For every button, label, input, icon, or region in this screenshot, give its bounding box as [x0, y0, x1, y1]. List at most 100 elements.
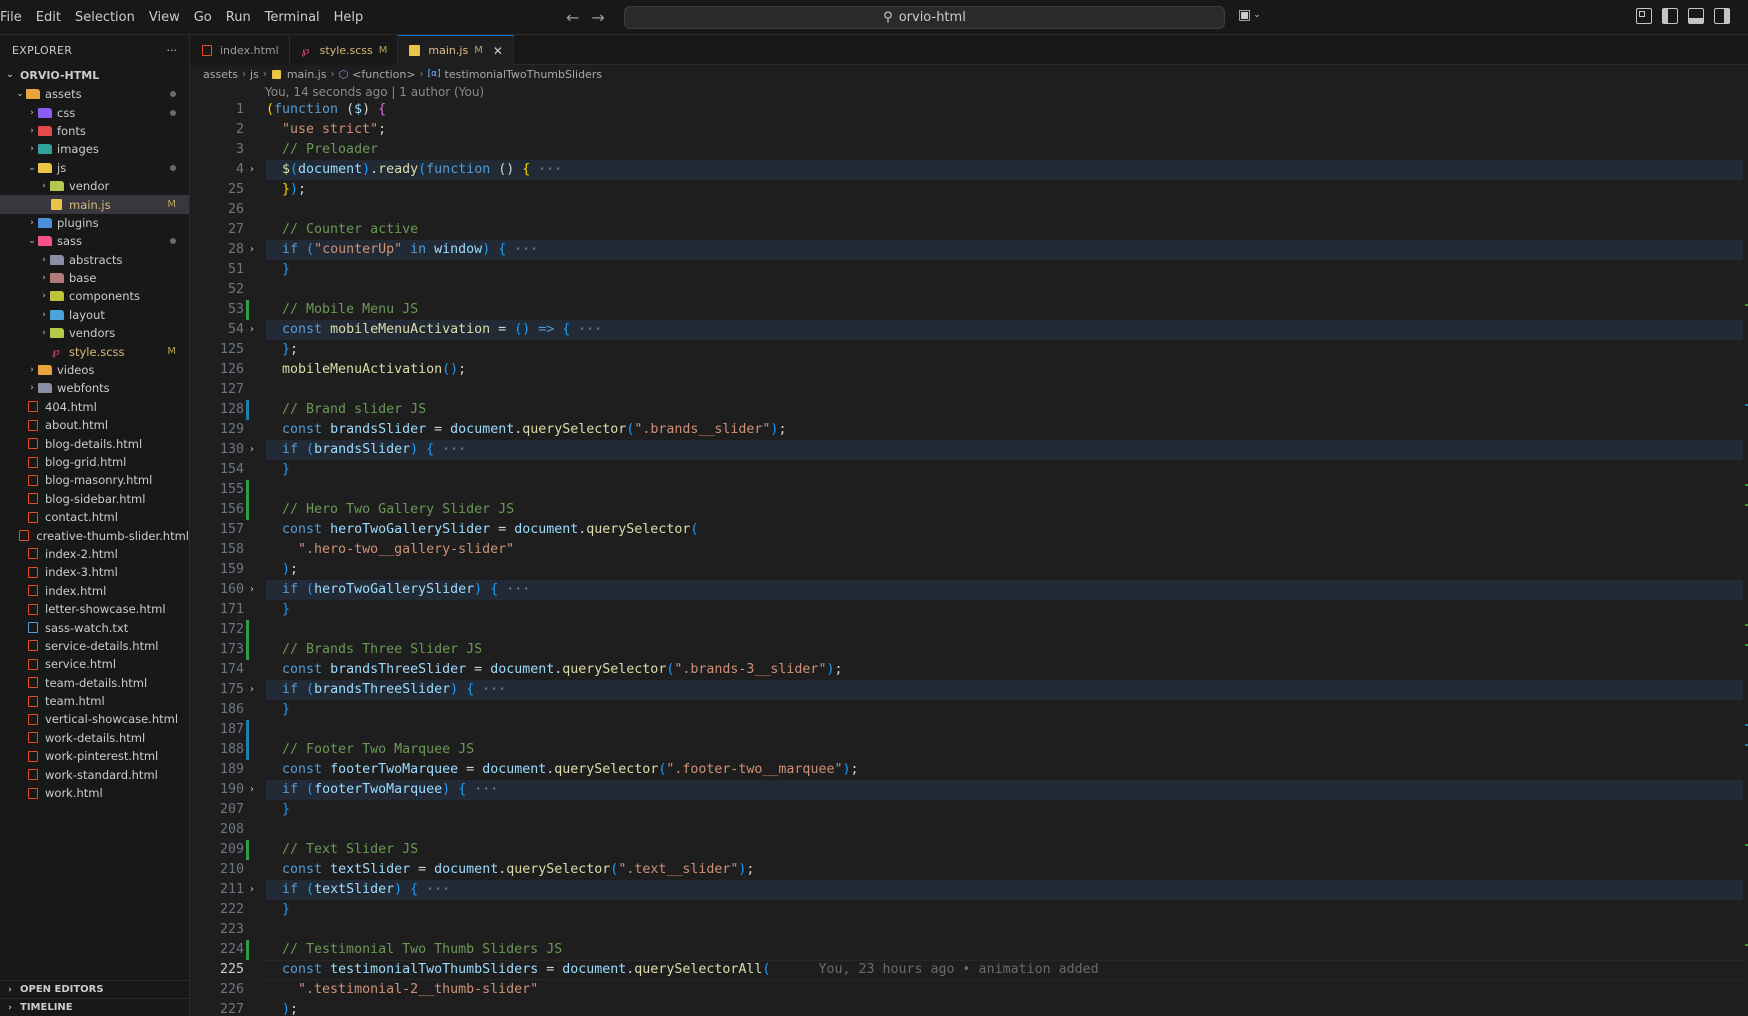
code-line[interactable]: 207 } [190, 800, 1748, 820]
code-line[interactable]: 129 const brandsSlider = document.queryS… [190, 420, 1748, 440]
code-line[interactable]: 156 // Hero Two Gallery Slider JS [190, 500, 1748, 520]
toggle-panel-icon[interactable] [1688, 8, 1704, 24]
close-icon[interactable]: ✕ [493, 44, 503, 58]
forward-arrow-icon[interactable]: → [591, 8, 604, 27]
breadcrumb-item[interactable]: main.js [287, 68, 327, 81]
copilot-icon[interactable]: ▣ ⌄ [1238, 7, 1261, 23]
code-line[interactable]: 28 › if ("counterUp" in window) { ··· [190, 240, 1748, 260]
file-item[interactable]: team-details.html [0, 674, 189, 692]
file-item[interactable]: blog-masonry.html [0, 471, 189, 489]
code-line[interactable]: 223 [190, 920, 1748, 940]
chevron-right-icon[interactable]: › [250, 580, 254, 600]
breadcrumb-item[interactable]: <function> [352, 68, 415, 81]
chevron-right-icon[interactable]: › [250, 440, 254, 460]
folder-item[interactable]: › webfonts [0, 379, 189, 397]
timeline-section[interactable]: › TIMELINE [0, 998, 190, 1016]
code-editor[interactable]: 1 (function ($) {2 "use strict"; 3 // Prel… [190, 100, 1748, 1016]
folder-item[interactable]: › vendors [0, 324, 189, 342]
code-line[interactable]: 173 // Brands Three Slider JS [190, 640, 1748, 660]
code-line[interactable]: 208 [190, 820, 1748, 840]
code-line[interactable]: 127 [190, 380, 1748, 400]
file-item[interactable]: sass-watch.txt [0, 618, 189, 636]
file-item[interactable]: index.html [0, 582, 189, 600]
folder-item[interactable]: › plugins [0, 214, 189, 232]
code-line[interactable]: 126 mobileMenuActivation(); [190, 360, 1748, 380]
file-item[interactable]: blog-details.html [0, 434, 189, 452]
code-line[interactable]: 3 // Preloader [190, 140, 1748, 160]
code-line[interactable]: 175 › if (brandsThreeSlider) { ··· [190, 680, 1748, 700]
folder-item[interactable]: › css [0, 103, 189, 121]
code-line[interactable]: 227 ); [190, 1000, 1748, 1016]
file-item[interactable]: ℘ style.scss M [0, 342, 189, 360]
folder-item[interactable]: › images [0, 140, 189, 158]
code-line[interactable]: 172 [190, 620, 1748, 640]
tab-main-js[interactable]: main.js M ✕ [398, 35, 514, 65]
code-line[interactable]: 25 }); [190, 180, 1748, 200]
menu-item-file[interactable]: File [0, 0, 29, 35]
file-item[interactable]: creative-thumb-slider.html [0, 526, 189, 544]
code-line[interactable]: 188 // Footer Two Marquee JS [190, 740, 1748, 760]
open-editors-section[interactable]: › OPEN EDITORS [0, 980, 190, 998]
code-line[interactable]: 190 › if (footerTwoMarquee) { ··· [190, 780, 1748, 800]
file-item[interactable]: work-pinterest.html [0, 747, 189, 765]
code-line[interactable]: 4 › $(document).ready(function () { ··· [190, 160, 1748, 180]
folder-item[interactable]: › abstracts [0, 251, 189, 269]
file-item[interactable]: work-details.html [0, 729, 189, 747]
file-item[interactable]: service-details.html [0, 637, 189, 655]
file-item[interactable]: service.html [0, 655, 189, 673]
code-line[interactable]: 174 const brandsThreeSlider = document.q… [190, 660, 1748, 680]
code-line[interactable]: 187 [190, 720, 1748, 740]
code-line[interactable]: 54 › const mobileMenuActivation = () => {… [190, 320, 1748, 340]
chevron-right-icon[interactable]: › [250, 780, 254, 800]
file-item[interactable]: letter-showcase.html [0, 600, 189, 618]
folder-item[interactable]: ⌄ assets [0, 85, 189, 103]
code-line[interactable]: 224 // Testimonial Two Thumb Sliders JS [190, 940, 1748, 960]
menu-item-view[interactable]: View [142, 0, 187, 35]
code-line[interactable]: 154 } [190, 460, 1748, 480]
code-line[interactable]: 125 }; [190, 340, 1748, 360]
code-line[interactable]: 52 [190, 280, 1748, 300]
code-line[interactable]: 226 ".testimonial-2__thumb-slider" [190, 980, 1748, 1000]
menu-item-run[interactable]: Run [219, 0, 258, 35]
tab-style-scss[interactable]: ℘ style.scss M [289, 35, 399, 65]
code-line[interactable]: 155 [190, 480, 1748, 500]
code-line[interactable]: 225 const testimonialTwoThumbSliders = d… [190, 960, 1748, 980]
chevron-right-icon[interactable]: › [250, 320, 254, 340]
folder-item[interactable]: › videos [0, 361, 189, 379]
chevron-right-icon[interactable]: › [250, 240, 254, 260]
folder-item[interactable]: › components [0, 287, 189, 305]
menu-item-go[interactable]: Go [187, 0, 219, 35]
code-line[interactable]: 51 } [190, 260, 1748, 280]
toggle-primary-sidebar-icon[interactable] [1662, 8, 1678, 24]
code-line[interactable]: 209 // Text Slider JS [190, 840, 1748, 860]
breadcrumb-item[interactable]: assets [203, 68, 238, 81]
code-line[interactable]: 211 › if (textSlider) { ··· [190, 880, 1748, 900]
file-item[interactable]: main.js M [0, 195, 189, 214]
file-item[interactable]: about.html [0, 416, 189, 434]
code-line[interactable]: 53 // Mobile Menu JS [190, 300, 1748, 320]
blame-codelens[interactable]: You, 14 seconds ago | 1 author (You) [265, 83, 484, 101]
code-line[interactable]: 130 › if (brandsSlider) { ··· [190, 440, 1748, 460]
chevron-right-icon[interactable]: › [250, 160, 254, 180]
code-line[interactable]: 1 (function ($) { [190, 100, 1748, 120]
file-item[interactable]: index-3.html [0, 563, 189, 581]
menu-item-help[interactable]: Help [327, 0, 371, 35]
folder-item[interactable]: ⌄ js [0, 159, 189, 177]
tab-index-html[interactable]: index.html [190, 35, 290, 65]
file-item[interactable]: work-standard.html [0, 765, 189, 783]
file-item[interactable]: 404.html [0, 398, 189, 416]
file-item[interactable]: blog-grid.html [0, 453, 189, 471]
menu-item-edit[interactable]: Edit [29, 0, 68, 35]
folder-item[interactable]: › vendor [0, 177, 189, 195]
file-item[interactable]: blog-sidebar.html [0, 490, 189, 508]
code-line[interactable]: 160 › if (heroTwoGallerySlider) { ··· [190, 580, 1748, 600]
code-line[interactable]: 128 // Brand slider JS [190, 400, 1748, 420]
menu-item-terminal[interactable]: Terminal [258, 0, 327, 35]
code-line[interactable]: 27 // Counter active [190, 220, 1748, 240]
breadcrumb-item[interactable]: testimonialTwoThumbSliders [445, 68, 603, 81]
file-item[interactable]: index-2.html [0, 545, 189, 563]
customize-layout-icon[interactable] [1636, 8, 1652, 24]
code-line[interactable]: 157 const heroTwoGallerySlider = documen… [190, 520, 1748, 540]
chevron-right-icon[interactable]: › [250, 680, 254, 700]
code-line[interactable]: 2 "use strict"; [190, 120, 1748, 140]
